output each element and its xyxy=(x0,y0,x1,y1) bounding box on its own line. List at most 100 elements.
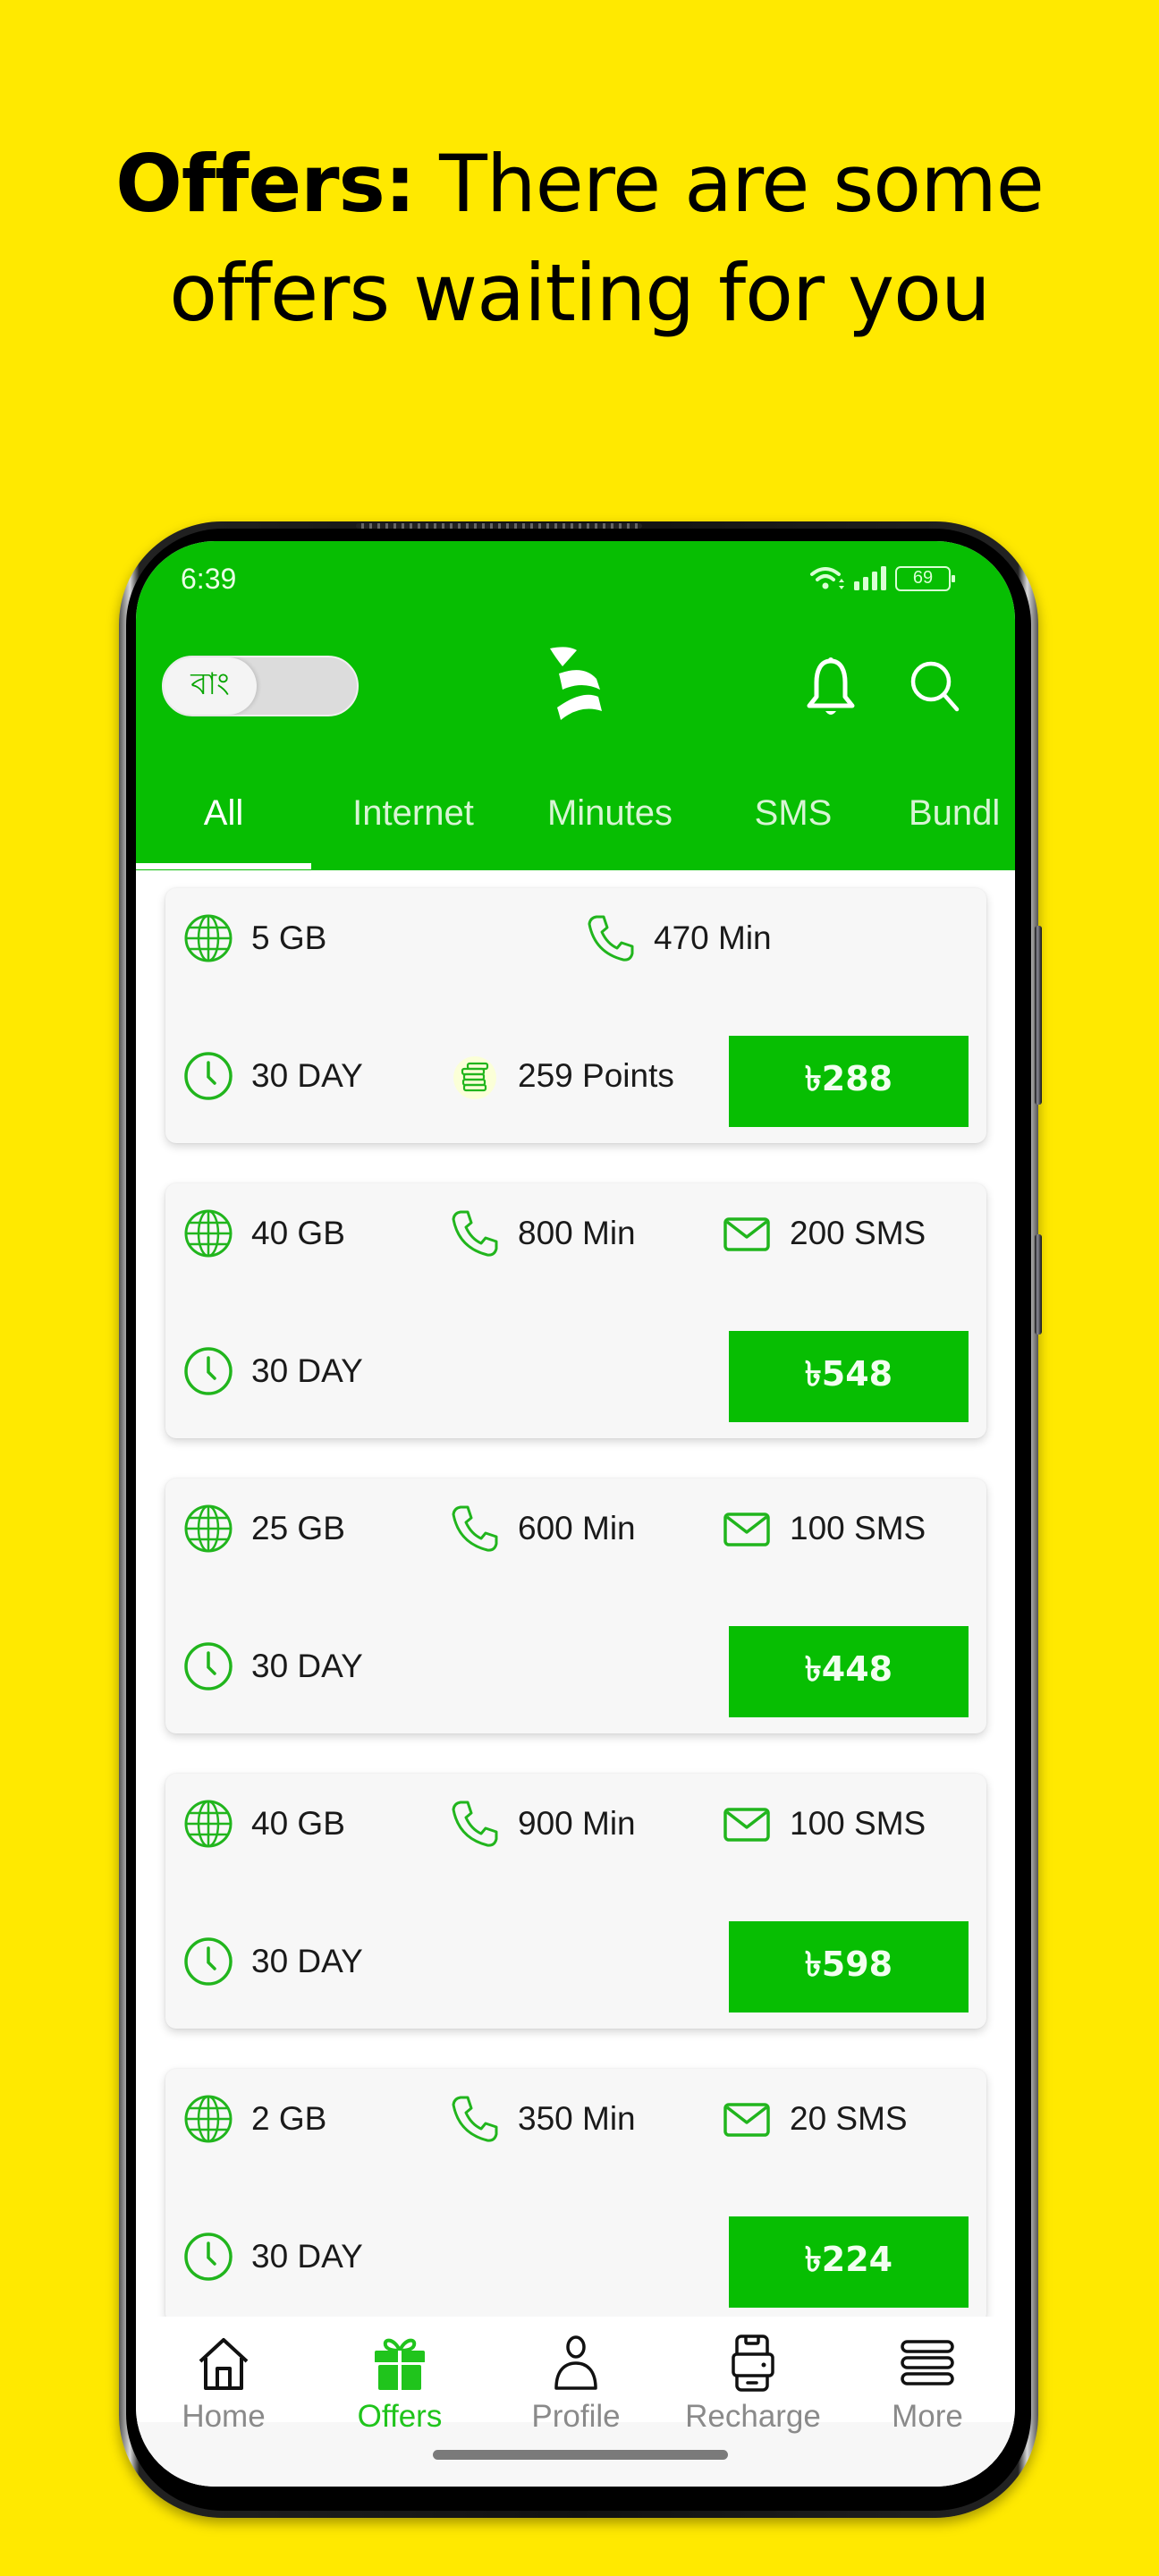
clock-icon xyxy=(184,1937,233,1986)
mail-icon xyxy=(723,1808,770,1842)
person-icon xyxy=(554,2335,597,2390)
globe-icon xyxy=(184,1504,233,1553)
nav-profile[interactable]: Profile xyxy=(504,2334,647,2435)
offer-card[interactable]: 40 GB 900 Min 100 SMS 30 DAY ৳598 xyxy=(165,1774,986,2029)
clock-icon xyxy=(184,1347,233,1395)
offer-data: 5 GB xyxy=(183,913,326,963)
offer-validity: 30 DAY xyxy=(183,1936,363,1987)
offer-validity-value: 30 DAY xyxy=(251,1057,363,1094)
search-icon[interactable] xyxy=(907,657,964,715)
buy-offer-button[interactable]: ৳288 xyxy=(729,1036,969,1127)
bell-icon[interactable] xyxy=(802,656,859,720)
tab-bundle[interactable]: Bundl xyxy=(909,793,1015,834)
status-time: 6:39 xyxy=(181,563,237,595)
wifi-icon xyxy=(810,567,844,589)
offer-data-value: 25 GB xyxy=(251,1510,345,1546)
offer-sms-value: 20 SMS xyxy=(790,2100,908,2137)
offer-minutes: 800 Min xyxy=(450,1208,636,1258)
globe-icon xyxy=(184,1209,233,1258)
offer-data-value: 5 GB xyxy=(251,919,327,956)
offer-data-value: 40 GB xyxy=(251,1805,345,1842)
language-toggle[interactable]: বাং xyxy=(162,656,359,716)
category-tabs: All Internet Minutes SMS Bundl xyxy=(136,781,1015,870)
offer-sms-value: 200 SMS xyxy=(790,1215,926,1251)
language-toggle-label: বাং xyxy=(164,657,257,715)
offer-list[interactable]: 5 GB 470 Min 30 DAY 259 Points ৳288 40 GB 800 … xyxy=(136,870,1015,2317)
offer-sms: 100 SMS xyxy=(722,1504,926,1554)
offer-points-value: 259 Points xyxy=(518,1057,674,1094)
globe-icon xyxy=(184,914,233,962)
phone-icon xyxy=(452,1505,498,1552)
offer-card[interactable]: 25 GB 600 Min 100 SMS 30 DAY ৳448 xyxy=(165,1479,986,1733)
headline-bold: Offers: xyxy=(115,138,416,230)
offer-minutes-value: 900 Min xyxy=(518,1805,636,1842)
status-icons: 69 xyxy=(809,564,955,593)
buy-offer-button[interactable]: ৳224 xyxy=(729,2216,969,2308)
offer-card[interactable]: 2 GB 350 Min 20 SMS 30 DAY ৳224 xyxy=(165,2069,986,2317)
offer-minutes-value: 800 Min xyxy=(518,1215,636,1251)
offer-sms: 20 SMS xyxy=(722,2094,908,2144)
mail-icon xyxy=(723,1217,770,1251)
offer-data: 2 GB xyxy=(183,2094,326,2144)
battery-icon: 69 xyxy=(895,566,955,591)
phone-speaker xyxy=(356,523,642,529)
buy-offer-button[interactable]: ৳448 xyxy=(729,1626,969,1717)
gift-icon xyxy=(375,2338,425,2390)
active-tab-indicator xyxy=(136,863,311,869)
offer-sms-value: 100 SMS xyxy=(790,1510,926,1546)
signal-icon xyxy=(854,566,886,590)
nav-recharge[interactable]: Recharge xyxy=(681,2334,825,2435)
clock-icon xyxy=(184,1642,233,1690)
offer-sms: 100 SMS xyxy=(722,1799,926,1849)
nav-offers[interactable]: Offers xyxy=(328,2334,471,2435)
home-indicator[interactable] xyxy=(433,2450,728,2460)
offer-minutes-value: 600 Min xyxy=(518,1510,636,1546)
offer-minutes: 470 Min xyxy=(586,913,772,963)
offer-sms: 200 SMS xyxy=(722,1208,926,1258)
globe-icon xyxy=(184,2095,233,2143)
offer-validity-value: 30 DAY xyxy=(251,1648,363,1684)
volume-button xyxy=(1035,926,1042,1105)
buy-offer-button[interactable]: ৳598 xyxy=(729,1921,969,2012)
nav-more[interactable]: More xyxy=(856,2334,999,2435)
phone-icon xyxy=(452,1801,498,1847)
menu-icon xyxy=(901,2340,954,2385)
power-button xyxy=(1035,1234,1042,1335)
tab-internet[interactable]: Internet xyxy=(324,793,503,834)
coins-icon xyxy=(453,1056,496,1099)
headline-line2: offers waiting for you xyxy=(169,247,991,339)
phone-icon xyxy=(452,1210,498,1257)
phone-screen: 6:39 69 বাং All Internet Minutes SMS Bun… xyxy=(136,541,1015,2487)
phone-icon xyxy=(588,915,634,962)
offer-validity-value: 30 DAY xyxy=(251,1943,363,1979)
clock-icon xyxy=(184,2233,233,2281)
offer-card[interactable]: 40 GB 800 Min 200 SMS 30 DAY ৳548 xyxy=(165,1183,986,1438)
offer-validity-value: 30 DAY xyxy=(251,2238,363,2275)
tab-sms[interactable]: SMS xyxy=(717,793,869,834)
buy-offer-button[interactable]: ৳548 xyxy=(729,1331,969,1422)
nav-recharge-label: Recharge xyxy=(685,2399,821,2434)
offer-minutes-value: 350 Min xyxy=(518,2100,636,2137)
nav-profile-label: Profile xyxy=(531,2399,621,2434)
offer-validity: 30 DAY xyxy=(183,1346,363,1396)
offer-minutes: 350 Min xyxy=(450,2094,636,2144)
mail-icon xyxy=(723,1513,770,1546)
offer-validity: 30 DAY xyxy=(183,1641,363,1691)
tab-minutes[interactable]: Minutes xyxy=(520,793,699,834)
offer-card[interactable]: 5 GB 470 Min 30 DAY 259 Points ৳288 xyxy=(165,888,986,1143)
offer-data: 40 GB xyxy=(183,1799,345,1849)
offer-points: 259 Points xyxy=(450,1051,674,1101)
offer-data: 40 GB xyxy=(183,1208,345,1258)
promo-headline: Offers: There are some offers waiting fo… xyxy=(0,130,1159,348)
nav-home[interactable]: Home xyxy=(152,2334,295,2435)
headline-line1: There are some xyxy=(415,138,1045,230)
offer-minutes-value: 470 Min xyxy=(654,919,772,956)
clock-icon xyxy=(184,1052,233,1100)
offer-validity-value: 30 DAY xyxy=(251,1352,363,1389)
home-icon xyxy=(199,2338,249,2390)
tab-all[interactable]: All xyxy=(136,793,311,834)
recharge-icon xyxy=(732,2334,774,2392)
offer-minutes: 600 Min xyxy=(450,1504,636,1554)
nav-offers-label: Offers xyxy=(357,2399,443,2434)
offer-validity: 30 DAY xyxy=(183,1051,363,1101)
